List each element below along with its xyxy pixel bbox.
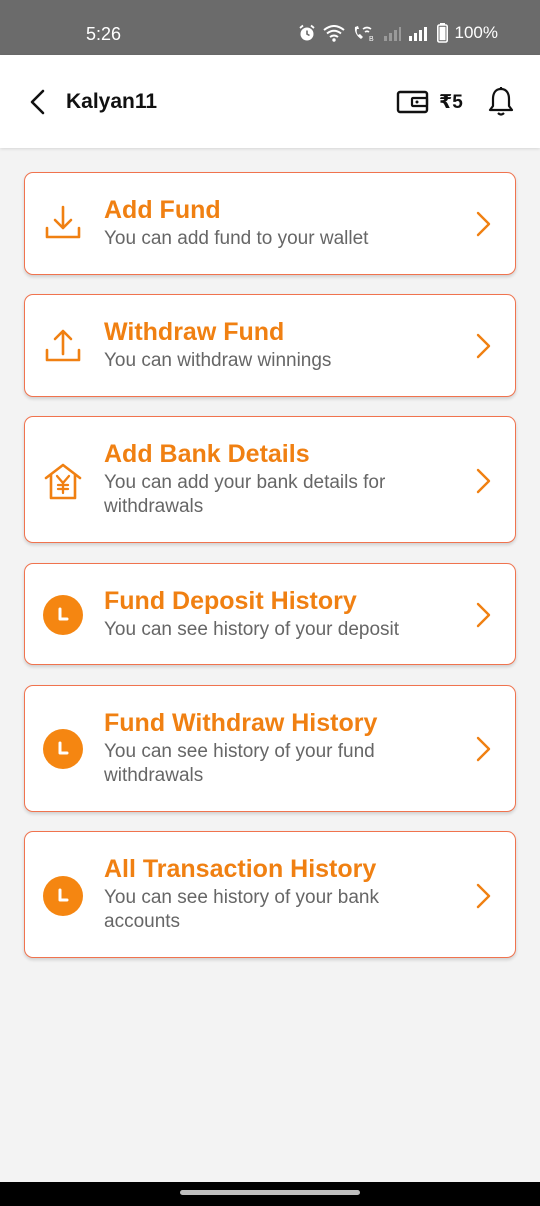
withdraw-fund-text: Withdraw Fund You can withdraw winnings [104,317,445,373]
fund-withdraw-history-card[interactable]: Fund Withdraw History You can see histor… [24,685,516,812]
card-subtitle: You can add fund to your wallet [104,228,369,249]
card-subtitle: You can see history of your bank account… [104,887,379,932]
add-fund-text: Add Fund You can add fund to your wallet [104,195,445,251]
back-arrow-icon[interactable] [26,89,50,115]
battery-percent: 100% [454,23,498,42]
wifi-icon [322,24,345,42]
chevron-right-icon [476,883,491,909]
fund-deposit-history-text: Fund Deposit History You can see history… [104,586,445,642]
status-icons: B 100% [298,23,498,43]
signal-sim2-icon [408,27,427,41]
all-transaction-history-text: All Transaction History You can see hist… [104,854,445,934]
card-subtitle: You can add your bank details for withdr… [104,472,386,517]
chevron-right-icon [476,211,491,237]
wallet-icon[interactable] [396,90,430,114]
add-bank-details-card[interactable]: Add Bank Details You can add your bank d… [24,416,516,543]
add-fund-card[interactable]: Add Fund You can add fund to your wallet [24,172,516,275]
clock-icon [43,876,83,916]
chevron-right-icon [476,333,491,359]
battery-icon [436,23,448,43]
clock-icon [43,595,83,635]
chevron-right-icon [476,736,491,762]
wallet-balance[interactable]: ₹5 [439,91,463,114]
fund-withdraw-history-text: Fund Withdraw History You can see histor… [104,708,445,788]
app-bar: Kalyan11 ₹5 [0,55,540,148]
withdraw-fund-card[interactable]: Withdraw Fund You can withdraw winnings [24,294,516,397]
svg-text:B: B [369,36,374,42]
bank-icon [44,463,82,500]
chevron-right-icon [476,602,491,628]
add-bank-details-text: Add Bank Details You can add your bank d… [104,439,445,519]
system-nav-bar [0,1182,540,1206]
card-title: Withdraw Fund [104,318,285,346]
wifi-call-icon: B [354,26,374,42]
home-indicator[interactable] [180,1190,360,1195]
card-subtitle: You can see history of your deposit [104,619,400,640]
card-title: Add Fund [104,196,221,224]
download-icon [45,205,81,239]
chevron-right-icon [476,468,491,494]
card-title: Fund Withdraw History [104,709,378,737]
card-title: Add Bank Details [104,440,310,468]
signal-sim1-icon [383,27,401,41]
alarm-icon [298,24,315,41]
card-title: Fund Deposit History [104,587,357,615]
page-title: Kalyan11 [66,90,158,113]
card-subtitle: You can see history of your fund withdra… [104,741,375,786]
status-time: 5:26 [86,24,122,44]
all-transaction-history-card[interactable]: All Transaction History You can see hist… [24,831,516,958]
notification-bell-icon[interactable] [487,86,515,118]
clock-icon [43,729,83,769]
card-title: All Transaction History [104,855,377,883]
fund-deposit-history-card[interactable]: Fund Deposit History You can see history… [24,563,516,665]
status-bar: 5:26 B 100% [0,0,540,55]
upload-icon [45,329,81,362]
card-subtitle: You can withdraw winnings [104,350,332,371]
